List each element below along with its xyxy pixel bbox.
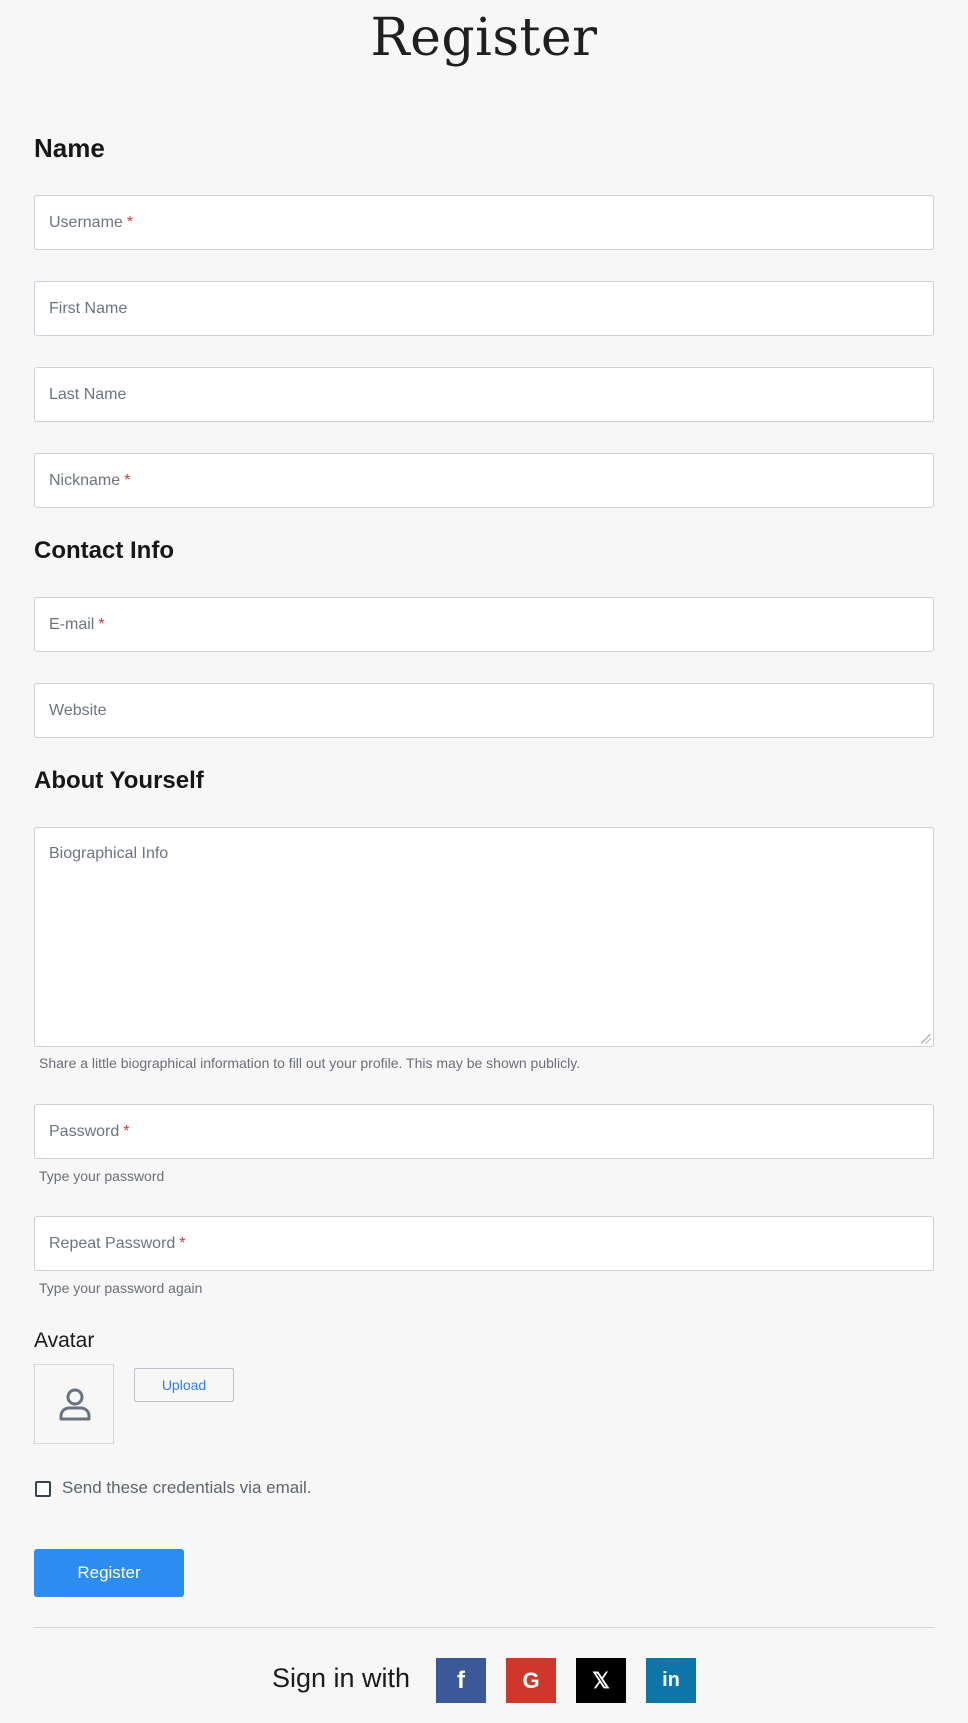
password-help-text: Type your password <box>39 1168 165 1184</box>
avatar-label: Avatar <box>34 1329 95 1352</box>
resize-handle-icon[interactable] <box>921 1034 931 1044</box>
register-button[interactable]: Register <box>34 1549 184 1597</box>
facebook-login-button[interactable]: f <box>436 1658 486 1703</box>
facebook-icon: f <box>457 1666 465 1694</box>
google-login-button[interactable]: G <box>506 1658 556 1703</box>
google-icon: G <box>522 1667 540 1693</box>
section-heading-name: Name <box>34 133 105 163</box>
website-placeholder: Website <box>49 702 107 719</box>
first-name-placeholder: First Name <box>49 300 128 317</box>
repeat-password-placeholder: Repeat Password * <box>49 1235 186 1252</box>
username-placeholder: Username * <box>49 214 134 231</box>
last-name-placeholder: Last Name <box>49 386 127 403</box>
sign-in-with-label: Sign in with <box>272 1663 411 1693</box>
section-heading-about: About Yourself <box>34 767 204 794</box>
divider <box>34 1627 934 1628</box>
required-marker: * <box>98 616 105 633</box>
bio-textarea[interactable]: Biographical Info <box>34 827 934 1047</box>
password-field[interactable]: Password * <box>34 1104 934 1159</box>
send-credentials-checkbox[interactable] <box>35 1481 51 1497</box>
section-heading-contact: Contact Info <box>34 537 174 564</box>
repeat-password-help-text: Type your password again <box>39 1280 203 1296</box>
required-marker: * <box>179 1235 186 1252</box>
last-name-field[interactable]: Last Name <box>34 367 934 422</box>
first-name-field[interactable]: First Name <box>34 281 934 336</box>
user-icon <box>59 1388 91 1421</box>
x-login-button[interactable]: 𝕏 <box>576 1658 626 1703</box>
linkedin-login-button[interactable]: in <box>646 1658 696 1703</box>
upload-button[interactable]: Upload <box>134 1368 234 1402</box>
required-marker: * <box>123 1123 130 1140</box>
linkedin-icon: in <box>662 1669 680 1691</box>
username-field[interactable]: Username * <box>34 195 934 250</box>
email-placeholder: E-mail * <box>49 616 105 633</box>
send-credentials-label[interactable]: Send these credentials via email. <box>62 1478 311 1498</box>
website-field[interactable]: Website <box>34 683 934 738</box>
page-title: Register <box>370 8 598 68</box>
nickname-field[interactable]: Nickname * <box>34 453 934 508</box>
required-marker: * <box>124 472 131 489</box>
required-marker: * <box>126 214 134 231</box>
repeat-password-field[interactable]: Repeat Password * <box>34 1216 934 1271</box>
bio-placeholder: Biographical Info <box>49 845 169 862</box>
avatar-preview <box>34 1364 114 1444</box>
x-icon: 𝕏 <box>592 1667 610 1693</box>
bio-help-text: Share a little biographical information … <box>39 1055 581 1071</box>
password-placeholder: Password * <box>49 1123 130 1140</box>
email-field[interactable]: E-mail * <box>34 597 934 652</box>
nickname-placeholder: Nickname * <box>49 472 131 489</box>
